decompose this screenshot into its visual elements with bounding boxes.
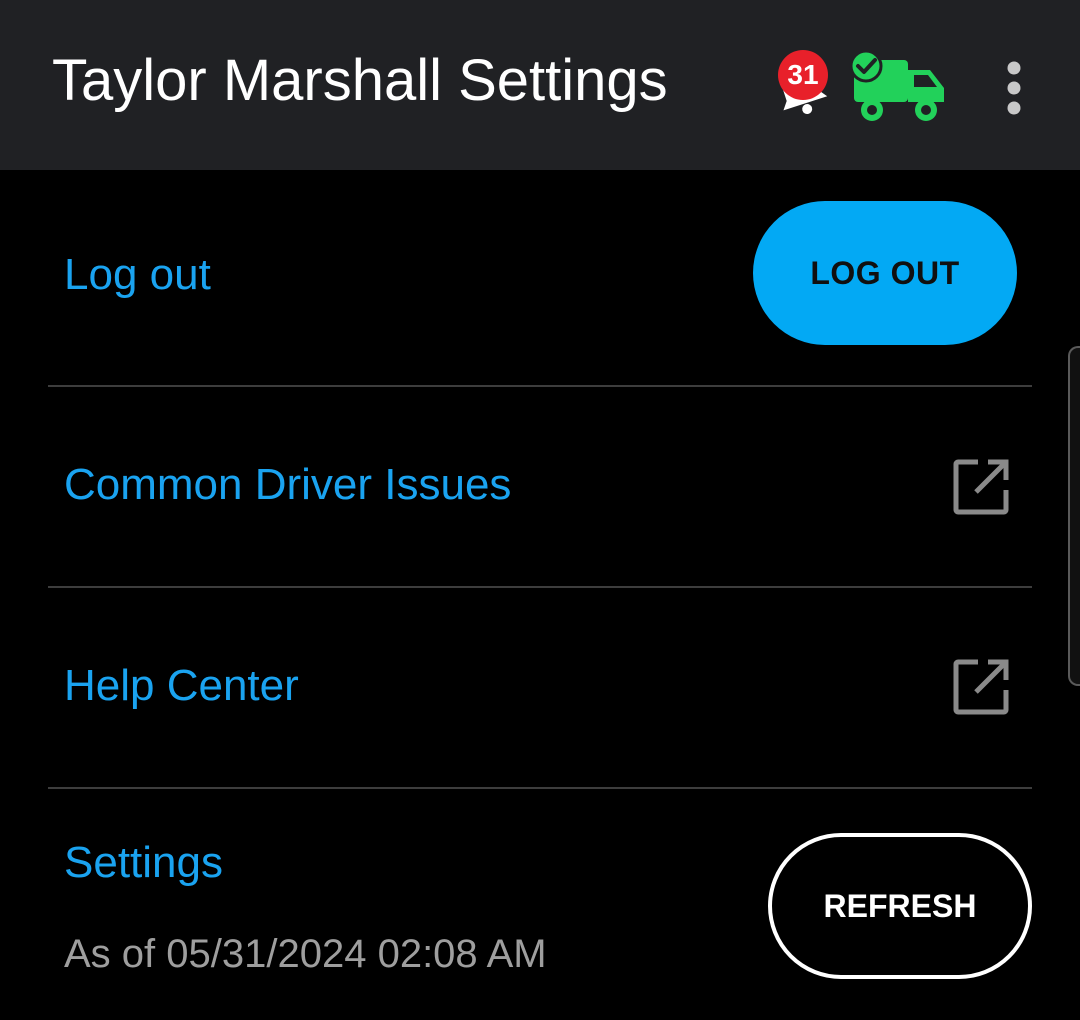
divider bbox=[48, 586, 1032, 588]
page-title: Taylor Marshall Settings bbox=[52, 48, 668, 113]
logout-button[interactable]: LOG OUT bbox=[753, 201, 1017, 345]
delivery-truck-check-icon bbox=[849, 49, 944, 121]
open-in-new-icon[interactable] bbox=[952, 458, 1010, 516]
app-bar: Taylor Marshall Settings 31 bbox=[0, 0, 1080, 170]
divider bbox=[48, 787, 1032, 789]
scrollbar[interactable] bbox=[1068, 346, 1080, 686]
open-in-new-icon[interactable] bbox=[952, 658, 1010, 716]
overflow-menu-button[interactable] bbox=[994, 58, 1034, 118]
delivery-status-button[interactable] bbox=[848, 49, 948, 126]
common-driver-issues-link[interactable]: Common Driver Issues bbox=[64, 458, 511, 512]
logout-label: Log out bbox=[64, 250, 211, 299]
settings-label: Settings bbox=[64, 838, 223, 887]
last-updated-timestamp: As of 05/31/2024 02:08 AM bbox=[64, 932, 547, 976]
divider bbox=[48, 385, 1032, 387]
notification-badge: 31 bbox=[778, 50, 828, 100]
refresh-button[interactable]: REFRESH bbox=[768, 833, 1032, 979]
help-center-link[interactable]: Help Center bbox=[64, 659, 299, 713]
more-vert-icon bbox=[1007, 61, 1021, 115]
